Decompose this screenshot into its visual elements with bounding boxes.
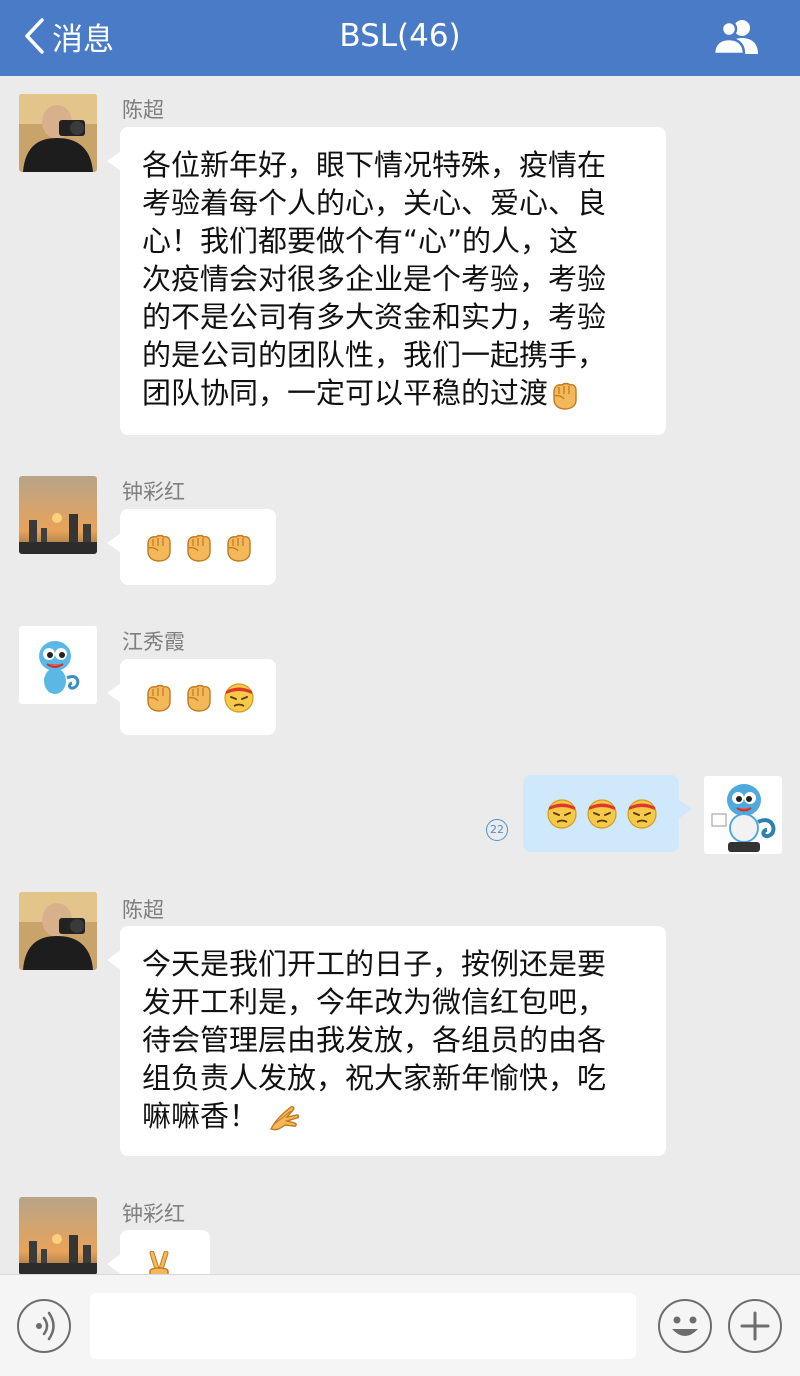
fist-emoji <box>182 530 216 564</box>
fist-emoji <box>142 530 176 564</box>
plus-icon <box>740 1311 770 1341</box>
fist-emoji <box>142 680 176 714</box>
chat-title: BSL(46) <box>339 18 461 54</box>
determined-face-emoji <box>625 796 659 830</box>
smiley-icon <box>672 1316 698 1336</box>
group-members-icon <box>712 20 758 56</box>
message-bubble[interactable] <box>107 509 276 585</box>
fist-emoji <box>222 530 256 564</box>
sender-name: 陈超 <box>122 898 164 922</box>
message-list[interactable]: 陈超 各位新年好，眼下情况特殊，疫情在 考验着每个人的心，关心、爱心、良 心！我… <box>0 76 800 1274</box>
voice-icon <box>36 1311 55 1341</box>
photographer-avatar <box>19 94 97 172</box>
message-bubble[interactable] <box>107 1230 210 1274</box>
message-bubble[interactable]: 今天是我们开工的日子，按例还是要 发开工利是，今年改为微信红包吧， 待会管理层由… <box>107 926 666 1156</box>
emoji-button[interactable] <box>658 1299 712 1353</box>
message-text: 今天是我们开工的日子，按例还是要 发开工利是，今年改为微信红包吧， 待会管理层由… <box>142 947 607 1133</box>
add-button[interactable] <box>728 1299 782 1353</box>
chevron-left-icon <box>25 18 44 54</box>
read-count-badge[interactable]: 22 <box>486 819 508 841</box>
fist-emoji <box>182 680 216 714</box>
message-bubble-outgoing[interactable] <box>523 775 692 852</box>
input-bar <box>0 1274 800 1376</box>
my-avatar[interactable] <box>704 776 782 854</box>
message-bubble[interactable]: 各位新年好，眼下情况特殊，疫情在 考验着每个人的心，关心、爱心、良 心！我们都要… <box>107 127 666 435</box>
back-label: 消息 <box>52 21 114 58</box>
chameleon-avatar <box>19 626 97 704</box>
photographer-avatar <box>19 892 97 970</box>
sender-avatar[interactable] <box>19 94 97 172</box>
clap-hands-emoji <box>267 1101 301 1135</box>
group-members-button[interactable] <box>712 16 764 58</box>
determined-face-emoji <box>222 680 256 714</box>
chameleon-mascot-avatar <box>704 776 782 854</box>
sender-name: 钟彩红 <box>122 480 185 504</box>
voice-button[interactable] <box>17 1299 71 1353</box>
sunset-city-avatar <box>19 1197 97 1274</box>
message-bubble[interactable] <box>107 659 276 735</box>
message-text: 各位新年好，眼下情况特殊，疫情在 考验着每个人的心，关心、爱心、良 心！我们都要… <box>142 148 607 410</box>
victory-hand-emoji <box>142 1251 176 1274</box>
sender-name: 钟彩红 <box>122 1202 185 1226</box>
determined-face-emoji <box>585 796 619 830</box>
sender-avatar[interactable] <box>19 892 97 970</box>
sender-name: 陈超 <box>122 98 164 122</box>
sender-avatar[interactable] <box>19 476 97 554</box>
sunset-city-avatar <box>19 476 97 554</box>
sender-avatar[interactable] <box>19 626 97 704</box>
sender-avatar[interactable] <box>19 1197 97 1274</box>
fist-emoji <box>548 378 582 412</box>
determined-face-emoji <box>545 796 579 830</box>
nav-bar: 消息 BSL(46) <box>0 0 800 76</box>
message-input[interactable] <box>90 1293 636 1359</box>
back-button[interactable]: 消息 <box>22 14 114 58</box>
sender-name: 江秀霞 <box>122 630 185 654</box>
